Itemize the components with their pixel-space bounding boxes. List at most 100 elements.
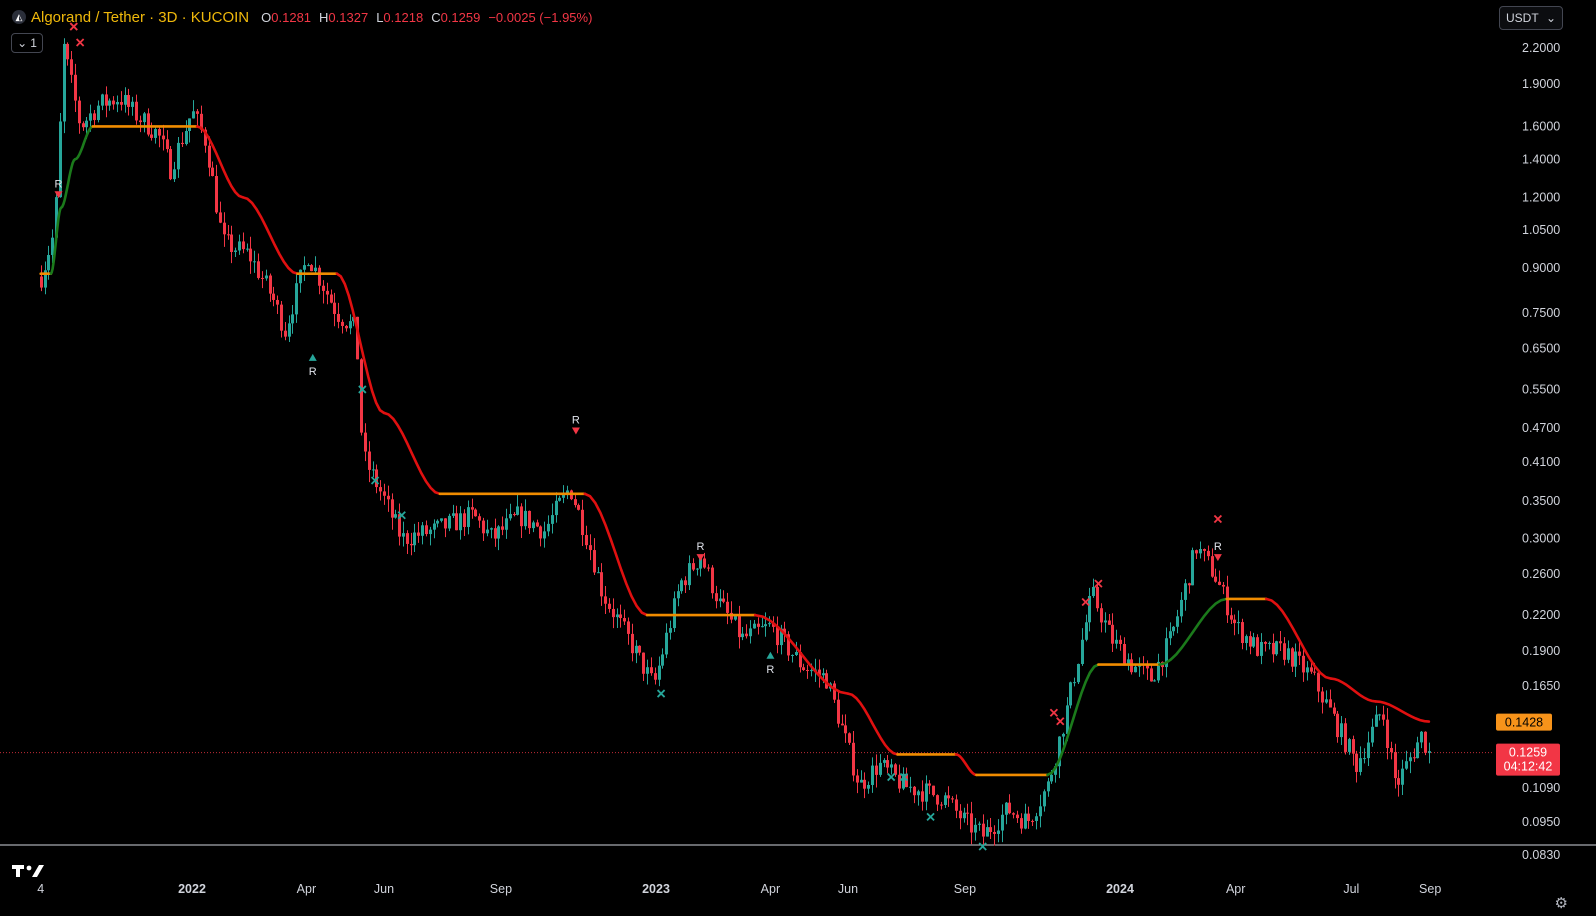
candle-body (505, 518, 508, 530)
candle-body (1325, 699, 1328, 703)
candle-body (150, 134, 153, 138)
candle-body (1199, 548, 1202, 554)
candle-body (1321, 691, 1324, 703)
candle-body (1237, 622, 1240, 624)
candle-body (322, 285, 325, 291)
chevron-down-icon: ⌄ (17, 36, 28, 50)
legend-header: ◭ Algorand / Tether · 3D · KUCOIN O 0.128… (12, 6, 592, 28)
currency-selector[interactable]: USDT ⌄ (1499, 6, 1563, 30)
candle-body (478, 516, 481, 521)
candle-body (208, 145, 211, 168)
interval-badge[interactable]: ⌄ 1 (11, 33, 43, 53)
candle-body (802, 667, 805, 671)
candle-body (501, 526, 504, 530)
x-tick-label: 2022 (178, 882, 206, 896)
candle-body (1008, 802, 1011, 814)
candle-body (547, 523, 550, 532)
symbol-title[interactable]: Algorand / Tether · 3D · KUCOIN (31, 9, 249, 26)
candle-body (1397, 778, 1400, 785)
candle-body (536, 522, 539, 527)
candle-body (341, 321, 344, 326)
candle-body (101, 94, 104, 106)
candle-body (108, 100, 111, 106)
candle-body (1184, 583, 1187, 600)
tradingview-logo-icon[interactable] (12, 862, 46, 880)
x-tick-label: Apr (761, 882, 780, 896)
candle-body (745, 633, 748, 637)
candle-body (391, 499, 394, 518)
candle-body (486, 529, 489, 534)
trail-value-label: 0.1428 (1505, 716, 1543, 730)
candle-body (303, 265, 306, 270)
candle-body (1001, 814, 1004, 831)
x-tick-label: Jul (1343, 882, 1359, 896)
candle-body (940, 804, 943, 806)
candle-body (242, 241, 245, 250)
y-tick-label: 0.9000 (1522, 261, 1560, 275)
candle-body (131, 101, 134, 107)
candle-body (402, 533, 405, 537)
candle-body (860, 779, 863, 783)
candle-body (627, 621, 630, 634)
candle-body (1371, 726, 1374, 743)
candle-body (890, 764, 893, 768)
candle-body (1203, 548, 1206, 551)
trailing-stop-line (241, 196, 299, 276)
candle-body (867, 784, 870, 789)
candle-body (703, 558, 706, 568)
candle-body (66, 43, 69, 60)
y-tick-label: 2.2000 (1522, 41, 1560, 55)
candle-body (959, 810, 962, 819)
candle-body (295, 283, 298, 315)
candle-body (1348, 739, 1351, 752)
candle-body (1073, 682, 1076, 684)
candle-body (925, 783, 928, 802)
candle-body (532, 522, 535, 529)
candle-body (1333, 707, 1336, 714)
candle-body (436, 520, 439, 524)
candle-body (40, 276, 43, 288)
low-value: 0.1218 (383, 9, 424, 25)
candle-body (928, 783, 931, 786)
open-value: 0.1281 (271, 9, 312, 25)
candle-body (1092, 586, 1095, 597)
price-chart[interactable]: 2.2000 1.9000 1.6000 1.4000 1.2000 1.0500 0.90… (0, 0, 1596, 916)
candle-body (936, 795, 939, 805)
candle-body (444, 518, 447, 529)
candle-body (257, 261, 260, 278)
candle-body (494, 528, 497, 539)
candle-body (1241, 622, 1244, 644)
candle-body (379, 487, 382, 492)
reversal-label: R (309, 366, 317, 378)
candle-body (1153, 680, 1156, 682)
x-tick-label: 2024 (1106, 882, 1134, 896)
candle-body (982, 823, 985, 837)
candle-body (1226, 586, 1229, 616)
gear-icon[interactable]: ⚙ (1555, 894, 1568, 912)
candle-body (669, 628, 672, 633)
candle-body (1340, 723, 1343, 738)
candle-body (909, 786, 912, 788)
candle-body (162, 135, 165, 140)
x-tick-label: Jun (374, 882, 394, 896)
candle-body (1108, 620, 1111, 625)
x-tick-label: Apr (297, 882, 316, 896)
candle-body (1405, 761, 1408, 769)
candle-body (1268, 642, 1271, 644)
candle-body (1424, 731, 1427, 753)
candle-body (1016, 814, 1019, 819)
candle-body (841, 723, 844, 726)
candle-body (1027, 813, 1030, 821)
candle-body (1111, 624, 1114, 644)
candle-body (1409, 757, 1412, 762)
candle-body (1031, 820, 1034, 822)
candle-body (837, 699, 840, 724)
candle-body (1115, 639, 1118, 644)
candle-body (692, 563, 695, 570)
candle-body (791, 654, 794, 656)
candle-body (913, 786, 916, 796)
candle-body (719, 598, 722, 602)
reversal-label: R (572, 414, 580, 426)
candle-body (1176, 616, 1179, 627)
candle-body (1375, 714, 1378, 727)
